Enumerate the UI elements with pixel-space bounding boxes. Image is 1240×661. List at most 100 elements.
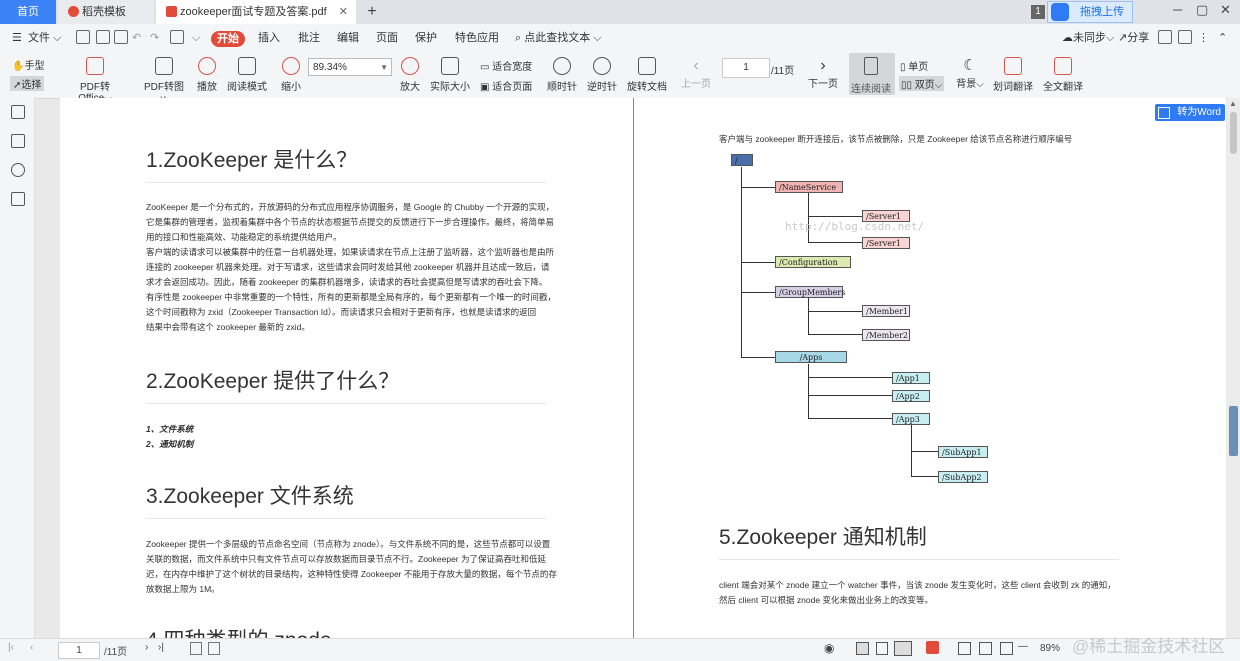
pdf-to-office-button[interactable]: PDF转Office⌵	[66, 57, 124, 104]
undo-icon[interactable]: ↶	[132, 24, 141, 52]
tree-line	[808, 418, 892, 419]
search-text[interactable]: ⌕ 点此查找文本 ⌵	[515, 24, 602, 52]
side-panel-handle[interactable]	[1229, 406, 1238, 456]
print-icon[interactable]	[114, 30, 128, 44]
paragraph-1: ZooKeeper 是一个分布式的，开放源码的分布式应用程序协调服务，是 Goo…	[146, 202, 556, 332]
menu-insert[interactable]: 插入	[258, 24, 280, 52]
last-page-icon[interactable]: ›|	[158, 642, 164, 653]
feedback-icon[interactable]	[1178, 30, 1192, 44]
background-button[interactable]: ☾ 背景⌵	[954, 57, 986, 90]
continuous-read-button[interactable]: 连续阅读	[849, 53, 895, 95]
actual-size-icon[interactable]	[958, 642, 971, 655]
menu-file[interactable]: 文件 ⌵	[28, 24, 61, 52]
chevron-left-icon: ‹	[693, 57, 699, 74]
double-page-button[interactable]: ▯▯ 双页⌵	[899, 76, 945, 91]
scroll-up-icon[interactable]: ▲	[1229, 99, 1237, 108]
actual-size-button[interactable]: 实际大小	[430, 57, 470, 93]
close-window-icon[interactable]: ✕	[1220, 2, 1231, 18]
tree-node-app3: /App3	[892, 413, 930, 425]
full-translate-button[interactable]: 全文翻译	[1042, 57, 1084, 93]
upload-button[interactable]: 拖拽上传	[1047, 1, 1133, 23]
zoom-out-icon[interactable]: —	[1018, 641, 1028, 652]
heading-1: 1.ZooKeeper 是什么？	[146, 149, 358, 172]
menu-protect[interactable]: 保护	[415, 24, 437, 52]
single-page-button[interactable]: ▯ 单页	[900, 58, 928, 73]
zoom-in-button[interactable]: 放大	[398, 57, 422, 93]
outline-icon[interactable]	[11, 105, 25, 119]
prev-page-icon[interactable]: ‹	[30, 642, 33, 653]
zoom-select[interactable]: 89.34% ▼	[308, 58, 392, 76]
tab-templates-label: 稻壳模板	[82, 6, 126, 18]
tree-line	[741, 262, 775, 263]
convert-to-word-button[interactable]: 转为Word	[1155, 104, 1225, 121]
scroll-thumb[interactable]	[1230, 112, 1237, 154]
reading-mode-button[interactable]: 阅读模式	[226, 57, 268, 93]
play-button[interactable]: 播放	[194, 57, 220, 93]
more-icon[interactable]: ⋮	[1198, 24, 1209, 52]
page-number-input[interactable]: 1	[722, 58, 770, 78]
fit-icon[interactable]	[979, 642, 992, 655]
share-button[interactable]: ↗分享	[1118, 24, 1149, 52]
tree-line	[808, 395, 892, 396]
tab-home[interactable]: 首页	[0, 0, 56, 24]
more-quick-icon[interactable]: ⌵	[192, 24, 200, 52]
rotate-doc-button[interactable]: 旋转文档	[626, 57, 668, 93]
eye-icon[interactable]: ◉	[824, 641, 834, 655]
annotation-icon[interactable]	[11, 163, 25, 177]
save-icon[interactable]	[96, 30, 110, 44]
tree-node-member1: /Member1	[862, 305, 910, 317]
counterclockwise-button[interactable]: 逆时针	[586, 57, 618, 93]
word-translate-button[interactable]: 划词翻译	[992, 57, 1034, 93]
status-bar: |‹ ‹ 1 /11页 › ›| ◉ — 89%	[0, 638, 1240, 661]
menu-page[interactable]: 页面	[376, 24, 398, 52]
first-page-icon[interactable]: |‹	[8, 642, 14, 653]
collapse-ribbon-icon[interactable]: ⌃	[1218, 24, 1227, 52]
menu-start[interactable]: 开始	[211, 31, 245, 47]
maximize-icon[interactable]: ▢	[1196, 2, 1208, 18]
clockwise-button[interactable]: 顺时针	[546, 57, 578, 93]
minimize-icon[interactable]: ─	[1173, 2, 1182, 17]
vertical-scrollbar[interactable]	[1227, 98, 1240, 638]
menu-annotate[interactable]: 批注	[298, 24, 320, 52]
fit-page-button[interactable]: ▣ 适合页面	[480, 78, 532, 93]
fullscreen-icon[interactable]	[1000, 642, 1013, 655]
export-icon[interactable]	[170, 30, 184, 44]
book-icon	[238, 57, 256, 75]
image-icon	[155, 57, 173, 75]
page-view-icon[interactable]	[208, 642, 220, 655]
status-page-input[interactable]: 1	[58, 642, 100, 659]
tab-document[interactable]: zookeeper面试专题及答案.pdf ✕	[156, 0, 356, 24]
rotate-ccw-icon	[593, 57, 611, 75]
thumbnail-icon[interactable]	[11, 134, 25, 148]
hand-tool[interactable]: ✋手型	[12, 57, 44, 72]
redo-icon[interactable]: ↷	[150, 24, 159, 52]
next-page-icon[interactable]: ›	[145, 642, 148, 653]
skin-icon[interactable]	[1158, 30, 1172, 44]
single-view-icon[interactable]	[876, 642, 888, 655]
tree-line	[741, 292, 775, 293]
open-icon[interactable]	[76, 30, 90, 44]
menu-features[interactable]: 特色应用	[455, 24, 499, 52]
hamburger-icon[interactable]: ☰	[12, 24, 22, 52]
prev-page-button[interactable]: ‹ 上一页	[680, 57, 712, 90]
play-icon[interactable]	[926, 641, 939, 654]
translate-icon	[1004, 57, 1022, 75]
double-view-icon[interactable]	[894, 641, 912, 656]
signature-icon[interactable]	[11, 192, 25, 206]
next-page-button[interactable]: › 下一页	[806, 57, 840, 90]
fit-width-button[interactable]: ▭ 适合宽度	[480, 58, 532, 73]
close-tab-icon[interactable]: ✕	[339, 0, 348, 24]
sync-status[interactable]: ☁未同步⌵	[1062, 24, 1114, 52]
zoom-out-button[interactable]: 缩小	[278, 57, 304, 93]
status-page-total: /11页	[104, 647, 128, 658]
csdn-watermark: http://blog.csdn.net/	[785, 220, 925, 233]
tree-node-server1: /Server1	[862, 237, 910, 249]
page-total: /11页	[771, 66, 795, 77]
chevron-right-icon: ›	[820, 57, 826, 74]
add-page-icon[interactable]	[190, 642, 202, 655]
tab-templates[interactable]: 稻壳模板	[58, 0, 154, 24]
continuous-view-icon[interactable]	[856, 642, 869, 655]
new-tab-button[interactable]: +	[362, 0, 382, 24]
menu-edit[interactable]: 编辑	[337, 24, 359, 52]
select-tool[interactable]: ➚选择	[10, 76, 45, 91]
